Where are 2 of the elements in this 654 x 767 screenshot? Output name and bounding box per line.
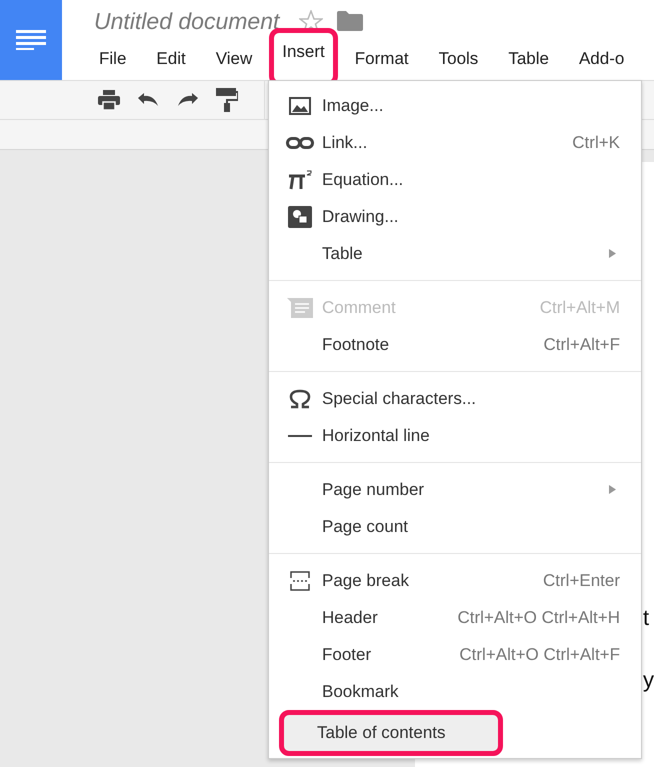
document-text: t [643, 606, 650, 630]
document-text: y [643, 668, 654, 692]
